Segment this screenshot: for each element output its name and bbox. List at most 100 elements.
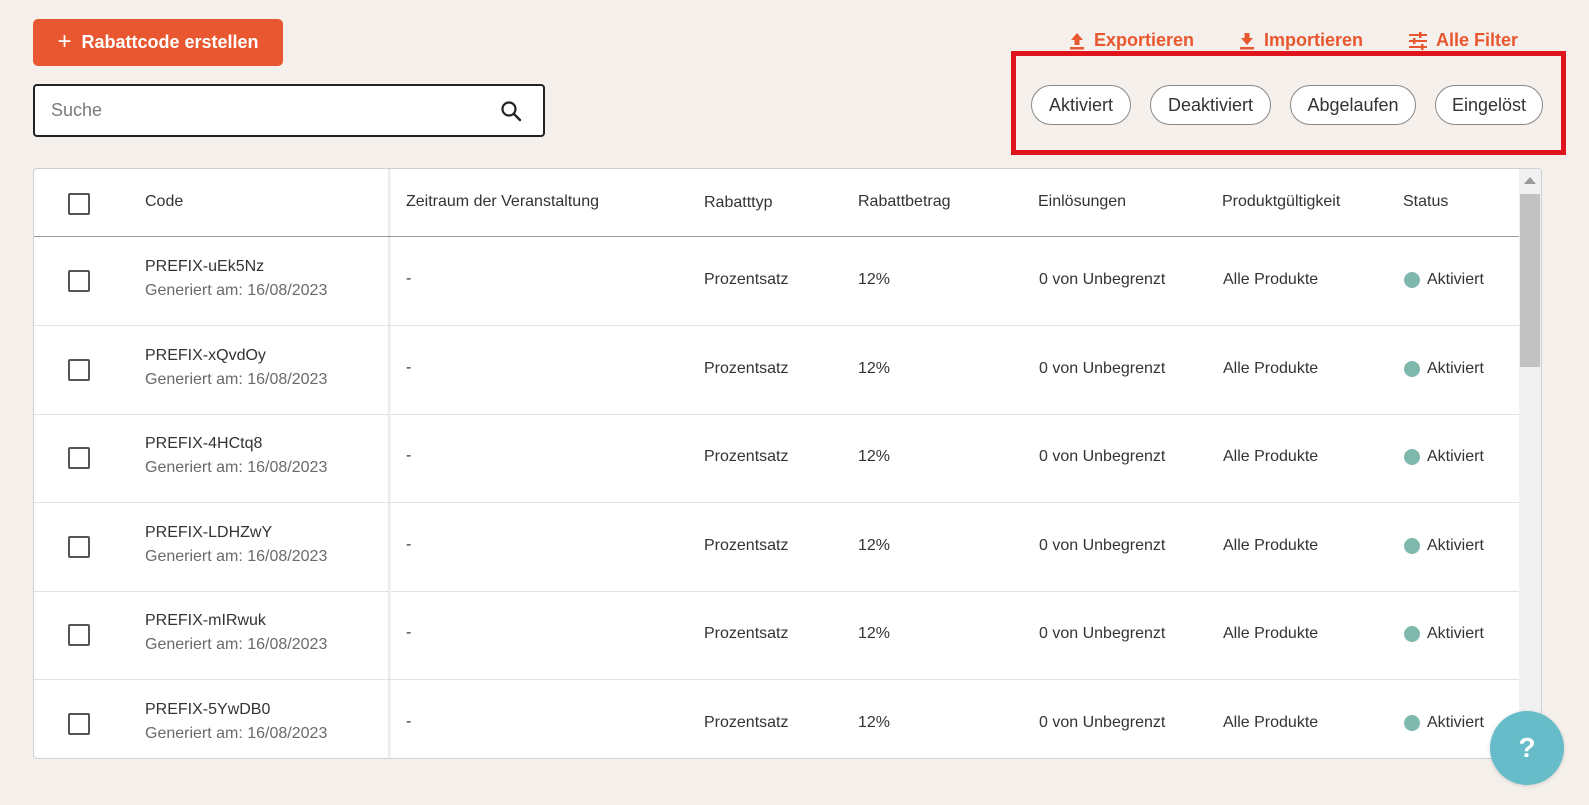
generated-date: Generiert am: 16/08/2023: [145, 636, 328, 653]
discount-type: Prozentsatz: [704, 625, 789, 642]
discount-amount: 12%: [858, 625, 891, 642]
status-badge: Aktiviert: [1404, 271, 1484, 289]
discount-code: PREFIX-5YwDB0: [145, 701, 271, 718]
select-all-checkbox[interactable]: [68, 193, 90, 215]
discount-code: PREFIX-LDHZwY: [145, 524, 273, 541]
discount-code: PREFIX-xQvdOy: [145, 347, 266, 364]
row-checkbox[interactable]: [68, 624, 90, 646]
table-row[interactable]: PREFIX-uEk5Nz Generiert am: 16/08/2023 -…: [34, 237, 1521, 326]
header-status[interactable]: Status: [1403, 193, 1448, 211]
generated-date: Generiert am: 16/08/2023: [145, 725, 328, 742]
status-label: Aktiviert: [1427, 537, 1484, 554]
status-badge: Aktiviert: [1404, 625, 1484, 643]
create-discount-code-label: Rabattcode erstellen: [81, 32, 259, 52]
header-code[interactable]: Code: [145, 193, 183, 211]
scroll-up-arrow-icon[interactable]: [1524, 177, 1536, 184]
table-row[interactable]: PREFIX-mIRwuk Generiert am: 16/08/2023 -…: [34, 591, 1521, 680]
table-header: Code Zeitraum der Veranstaltung Rabattty…: [34, 169, 1521, 237]
redemptions: 0 von Unbegrenzt: [1039, 537, 1166, 554]
redemptions: 0 von Unbegrenzt: [1039, 360, 1166, 377]
table-scrollbar[interactable]: [1519, 169, 1541, 758]
discount-type: Prozentsatz: [704, 271, 789, 288]
generated-date: Generiert am: 16/08/2023: [145, 548, 328, 565]
row-checkbox[interactable]: [68, 713, 90, 735]
status-dot: [1404, 626, 1420, 642]
search-icon[interactable]: [499, 99, 523, 123]
header-amount[interactable]: Rabattbetrag: [858, 193, 951, 211]
event-period: -: [406, 713, 412, 730]
search-box[interactable]: [33, 84, 545, 137]
filter-chip-activated[interactable]: Aktiviert: [1031, 85, 1131, 125]
event-period: -: [406, 536, 412, 553]
all-filters-label: Alle Filter: [1436, 30, 1519, 50]
filter-chip-redeemed[interactable]: Eingelöst: [1435, 85, 1543, 125]
row-checkbox[interactable]: [68, 447, 90, 469]
row-checkbox[interactable]: [68, 359, 90, 381]
all-filters-button[interactable]: Alle Filter: [1408, 30, 1518, 51]
event-period: -: [406, 624, 412, 641]
status-dot: [1404, 449, 1420, 465]
sliders-icon: [1409, 31, 1427, 50]
upload-icon: [1070, 32, 1084, 49]
column-divider: [388, 169, 391, 236]
help-button[interactable]: ?: [1490, 711, 1564, 785]
status-label: Aktiviert: [1427, 714, 1484, 731]
export-label: Exportieren: [1094, 30, 1195, 50]
discount-type: Prozentsatz: [704, 537, 789, 554]
column-divider: [388, 503, 391, 591]
column-divider: [388, 414, 391, 502]
product-validity: Alle Produkte: [1223, 625, 1319, 642]
redemptions: 0 von Unbegrenzt: [1039, 714, 1166, 731]
header-period[interactable]: Zeitraum der Veranstaltung: [406, 193, 599, 211]
row-checkbox[interactable]: [68, 536, 90, 558]
product-validity: Alle Produkte: [1223, 448, 1319, 465]
status-label: Aktiviert: [1427, 448, 1484, 465]
column-divider: [388, 591, 391, 679]
product-validity: Alle Produkte: [1223, 271, 1319, 288]
status-dot: [1404, 361, 1420, 377]
product-validity: Alle Produkte: [1223, 360, 1319, 377]
table-row[interactable]: PREFIX-xQvdOy Generiert am: 16/08/2023 -…: [34, 326, 1521, 415]
discount-code: PREFIX-4HCtq8: [145, 435, 263, 452]
scrollbar-thumb[interactable]: [1520, 194, 1540, 367]
create-discount-code-button[interactable]: + Rabattcode erstellen: [33, 19, 283, 66]
filter-chip-deactivated[interactable]: Deaktiviert: [1150, 85, 1271, 125]
header-type[interactable]: Rabatttyp: [704, 194, 772, 212]
plus-icon: +: [57, 27, 72, 55]
import-button[interactable]: Importieren: [1238, 30, 1363, 51]
row-checkbox[interactable]: [68, 270, 90, 292]
status-badge: Aktiviert: [1404, 714, 1484, 732]
discount-amount: 12%: [858, 360, 891, 377]
status-label: Aktiviert: [1427, 271, 1484, 288]
table-row[interactable]: PREFIX-LDHZwY Generiert am: 16/08/2023 -…: [34, 503, 1521, 592]
status-dot: [1404, 272, 1420, 288]
discount-code: PREFIX-mIRwuk: [145, 612, 266, 629]
discount-amount: 12%: [858, 714, 891, 731]
column-divider: [388, 326, 391, 414]
discount-type: Prozentsatz: [704, 360, 789, 377]
import-label: Importieren: [1264, 30, 1364, 50]
discount-type: Prozentsatz: [704, 714, 789, 731]
status-badge: Aktiviert: [1404, 360, 1484, 378]
status-badge: Aktiviert: [1404, 537, 1484, 555]
search-input[interactable]: [35, 86, 499, 135]
product-validity: Alle Produkte: [1223, 714, 1319, 731]
event-period: -: [406, 359, 412, 376]
product-validity: Alle Produkte: [1223, 537, 1319, 554]
generated-date: Generiert am: 16/08/2023: [145, 371, 328, 388]
discount-amount: 12%: [858, 271, 891, 288]
header-validity[interactable]: Produktgültigkeit: [1222, 193, 1340, 211]
export-button[interactable]: Exportieren: [1068, 30, 1194, 51]
redemptions: 0 von Unbegrenzt: [1039, 448, 1166, 465]
status-label: Aktiviert: [1427, 360, 1484, 377]
discount-amount: 12%: [858, 448, 891, 465]
header-redemptions[interactable]: Einlösungen: [1038, 193, 1126, 211]
event-period: -: [406, 270, 412, 287]
download-icon: [1240, 32, 1254, 49]
table-row[interactable]: PREFIX-4HCtq8 Generiert am: 16/08/2023 -…: [34, 414, 1521, 503]
redemptions: 0 von Unbegrenzt: [1039, 625, 1166, 642]
filter-chip-expired[interactable]: Abgelaufen: [1290, 85, 1416, 125]
generated-date: Generiert am: 16/08/2023: [145, 282, 328, 299]
table-row[interactable]: PREFIX-5YwDB0 Generiert am: 16/08/2023 -…: [34, 680, 1521, 758]
status-dot: [1404, 538, 1420, 554]
